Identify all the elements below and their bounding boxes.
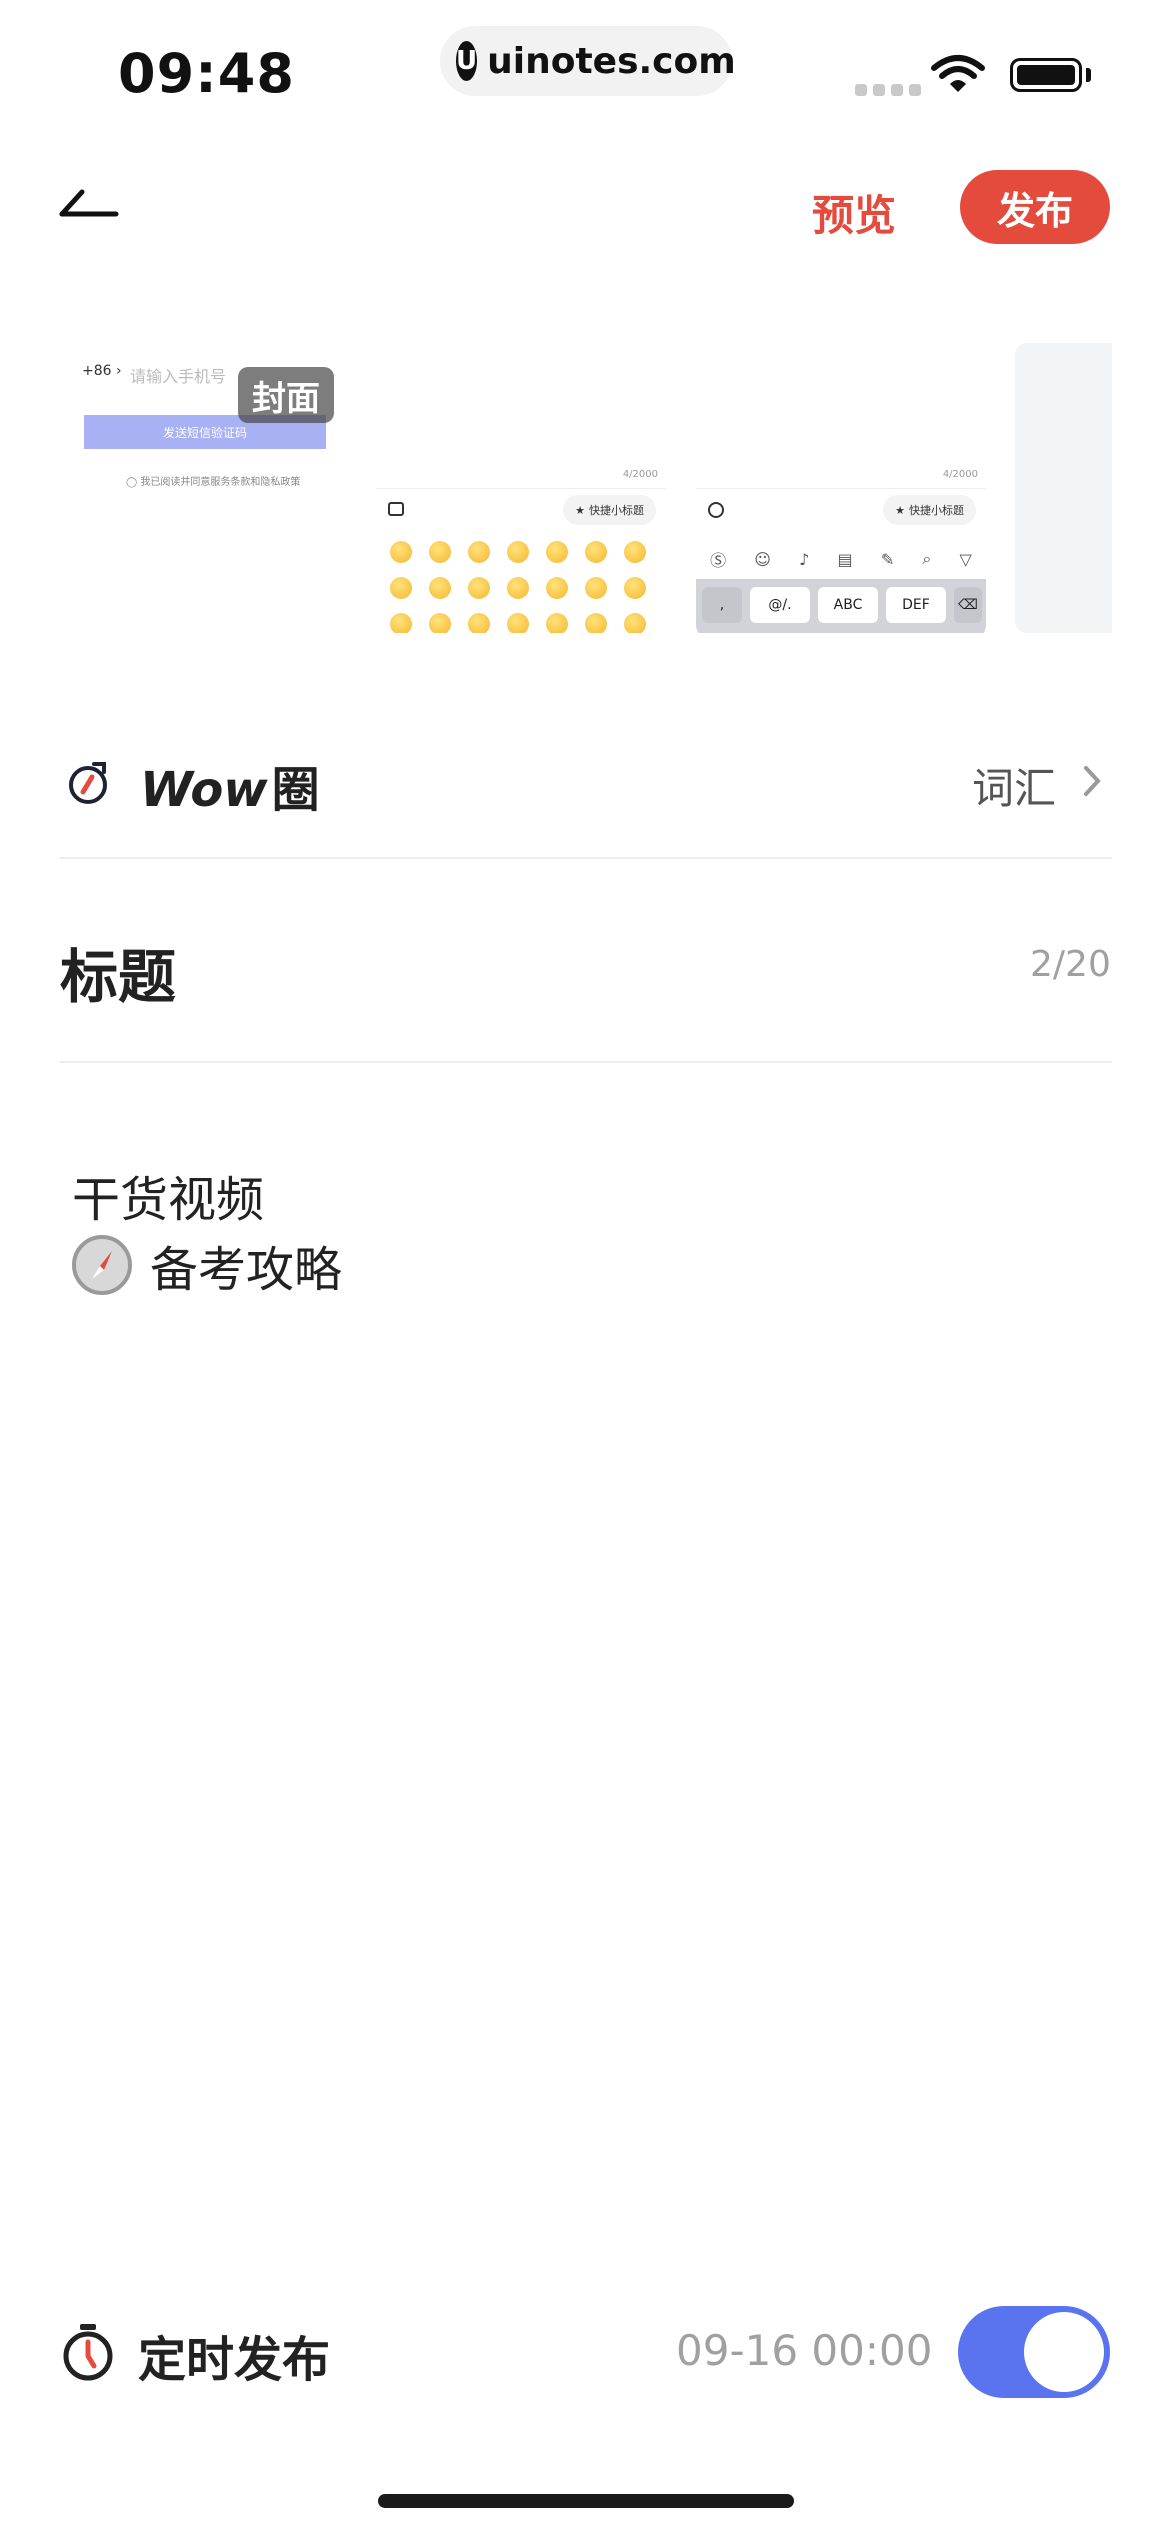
circle-icon — [708, 502, 724, 518]
cover-tag: 封面 — [238, 367, 334, 423]
handwrite-icon: ✎ — [880, 549, 895, 569]
scheduled-publish-toggle[interactable] — [958, 2306, 1110, 2398]
star-icon: ★ — [575, 503, 585, 517]
divider — [60, 1061, 1112, 1063]
keyboard-icon — [388, 502, 404, 516]
image-thumbnail-strip: +86 › 请输入手机号 发送短信验证码 ◯ 我已阅读并同意服务条款和隐私政策 … — [60, 343, 1112, 633]
star-icon: ★ — [895, 503, 905, 517]
quick-subtitle-label: 快捷小标题 — [589, 504, 644, 517]
site-logo-icon: U — [456, 41, 478, 81]
title-char-count: 2/20 — [1030, 944, 1111, 985]
collapse-icon: ▽ — [959, 549, 972, 569]
back-arrow-icon[interactable] — [58, 186, 122, 220]
add-image-placeholder[interactable] — [1015, 343, 1112, 633]
thumbnail-emoji[interactable]: 4/2000 ★ 快捷小标题 — [376, 343, 666, 633]
circle-name-suffix: 圈 — [271, 762, 320, 818]
emoji-icon: ☺ — [754, 549, 771, 569]
scheduled-publish-label: 定时发布 — [138, 2332, 331, 2388]
url-pill[interactable]: U uinotes.com — [440, 26, 736, 96]
toolbar-preview: ★ 快捷小标题 — [696, 488, 986, 531]
home-indicator[interactable] — [378, 2494, 794, 2508]
key-def: DEF — [886, 587, 946, 623]
title-input[interactable]: 标题 — [60, 930, 176, 1014]
thumbnail-cover[interactable]: +86 › 请输入手机号 发送短信验证码 ◯ 我已阅读并同意服务条款和隐私政策 … — [60, 343, 350, 633]
agreement-text: ◯ 我已阅读并同意服务条款和隐私政策 — [126, 477, 301, 488]
scheduled-datetime[interactable]: 09-16 00:00 — [676, 2326, 932, 2375]
phone-placeholder: 请输入手机号 — [130, 367, 227, 386]
quick-subtitle-chip: ★ 快捷小标题 — [883, 495, 976, 525]
wow-circle-icon — [69, 762, 107, 804]
key-symbols: @/. — [750, 587, 810, 623]
country-code: +86 › — [82, 363, 122, 379]
toggle-knob — [1024, 2312, 1104, 2392]
search-icon: ⌕ — [922, 549, 932, 568]
timer-icon — [63, 2324, 113, 2381]
thumbnail-keyboard[interactable]: 4/2000 ★ 快捷小标题 Ⓢ ☺ ♪ ▤ ✎ ⌕ ▽ , @/. ABC DE… — [696, 343, 986, 633]
mic-icon: ♪ — [799, 549, 810, 569]
quick-subtitle-label: 快捷小标题 — [909, 504, 964, 517]
circle-name-italic: Wow — [140, 762, 268, 818]
divider — [60, 857, 1112, 859]
char-count-small: 4/2000 — [942, 469, 978, 480]
publish-button[interactable]: 发布 — [960, 170, 1110, 244]
sogou-icon: Ⓢ — [710, 551, 727, 570]
clipboard-icon: ▤ — [837, 549, 853, 569]
battery-icon — [1010, 58, 1082, 92]
body-text-line-2[interactable]: 备考攻略 — [72, 1230, 342, 1300]
toolbar-preview: ★ 快捷小标题 — [376, 488, 666, 531]
keyboard-tools: Ⓢ ☺ ♪ ▤ ✎ ⌕ ▽ — [696, 539, 986, 579]
status-time: 09:48 — [118, 42, 295, 105]
key-abc: ABC — [818, 587, 878, 623]
circle-name: Wow圈 — [140, 750, 320, 820]
cellular-signal-icon — [855, 84, 921, 96]
body-text-line-2-label: 备考攻略 — [150, 1242, 343, 1298]
emoji-grid — [390, 541, 662, 633]
compass-emoji-icon — [72, 1235, 132, 1295]
quick-subtitle-chip: ★ 快捷小标题 — [563, 495, 656, 525]
url-text: uinotes.com — [487, 40, 736, 82]
char-count-small: 4/2000 — [622, 469, 658, 480]
preview-button[interactable]: 预览 — [812, 182, 896, 243]
wifi-icon — [931, 55, 985, 92]
keyboard-keys: , @/. ABC DEF ⌫ — [696, 579, 986, 633]
key-delete: ⌫ — [954, 587, 982, 623]
key-comma: , — [702, 587, 742, 623]
chevron-right-icon[interactable] — [1082, 764, 1102, 798]
body-text-line-1[interactable]: 干货视频 — [72, 1160, 264, 1230]
circle-topic-value[interactable]: 词汇 — [972, 755, 1056, 816]
battery-tip — [1086, 68, 1091, 82]
